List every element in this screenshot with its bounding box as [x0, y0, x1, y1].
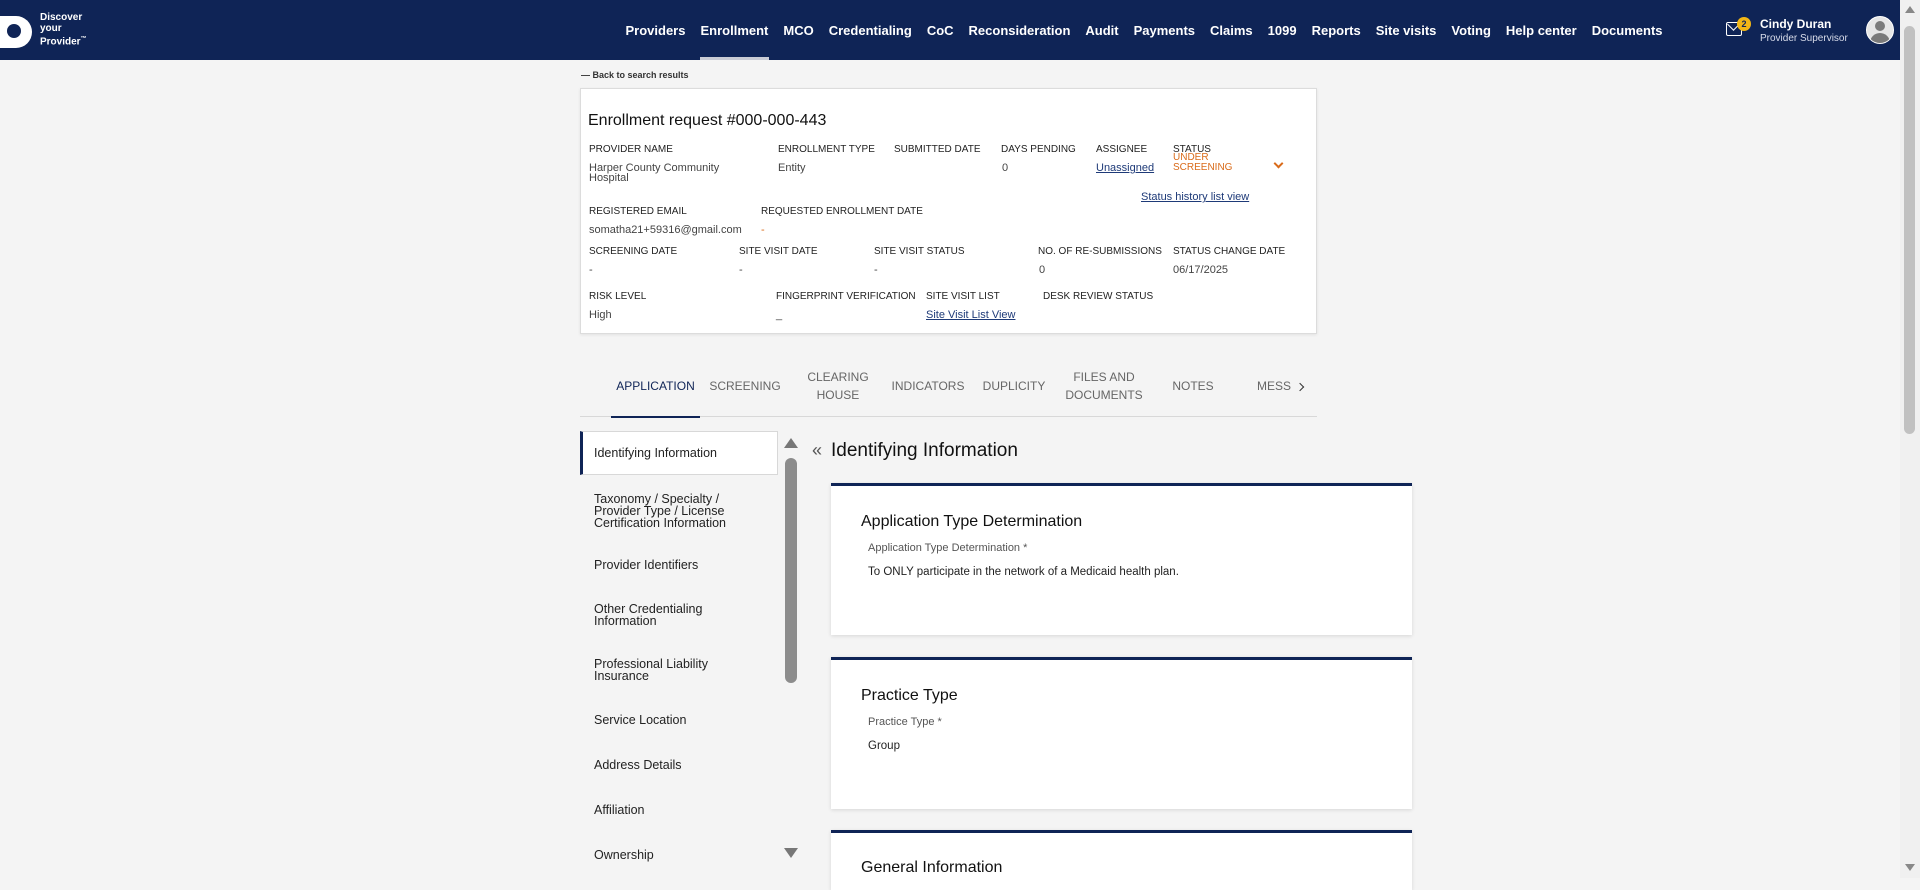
nav-payments[interactable]: Payments [1126, 0, 1202, 60]
practice-type-label: Practice Type * [868, 716, 942, 728]
scroll-up-icon[interactable] [1905, 6, 1915, 13]
page-scrollbar[interactable] [1900, 0, 1920, 878]
practice-type-value: Group [868, 740, 900, 752]
status-change-date-value: 06/17/2025 [1173, 264, 1229, 276]
provider-name-value: Harper County Community Hospital [589, 162, 720, 184]
registered-email-label: REGISTERED EMAIL [589, 206, 687, 217]
sidebar-item-professional-liability[interactable]: Professional Liability Insurance [580, 658, 778, 683]
site-visit-status-label: SITE VISIT STATUS [874, 246, 965, 257]
scrollbar-thumb[interactable] [1904, 26, 1915, 434]
user-name[interactable]: Cindy Duran [1760, 17, 1831, 31]
nav-credentialing[interactable]: Credentialing [821, 0, 919, 60]
application-type-title: Application Type Determination [861, 513, 1083, 530]
nav-reconsideration[interactable]: Reconsideration [961, 0, 1078, 60]
nav-1099[interactable]: 1099 [1260, 0, 1304, 60]
sidebar-item-affiliation[interactable]: Affiliation [580, 804, 778, 817]
brand-logo[interactable]: Discover your Provider™ [0, 12, 87, 48]
notification-badge: 2 [1737, 17, 1751, 31]
tab-indicators[interactable]: INDICATORS [890, 355, 966, 417]
general-information-panel: General Information [831, 830, 1412, 890]
nav-site-visits[interactable]: Site visits [1368, 0, 1444, 60]
requested-enrollment-date-label: REQUESTED ENROLLMENT DATE [761, 206, 923, 217]
main-nav: Providers Enrollment MCO Credentialing C… [618, 0, 1670, 60]
application-type-label: Application Type Determination * [868, 542, 1028, 554]
status-change-date-label: STATUS CHANGE DATE [1173, 246, 1286, 257]
back-to-search-link[interactable]: — Back to search results [581, 70, 689, 80]
nav-reports[interactable]: Reports [1304, 0, 1368, 60]
sidebar-item-other-credentialing[interactable]: Other Credentialing Information [580, 603, 778, 628]
enrollment-type-value: Entity [778, 162, 806, 174]
tab-messages[interactable]: MESS [1254, 355, 1294, 417]
page-title: Enrollment request #000-000-443 [588, 112, 827, 129]
nav-documents[interactable]: Documents [1584, 0, 1670, 60]
sidebar-item-provider-identifiers[interactable]: Provider Identifiers [580, 559, 778, 572]
tab-files-and-documents[interactable]: FILES AND DOCUMENTS [1065, 355, 1143, 417]
section-title: Identifying Information [831, 440, 1018, 461]
tab-clearing-house[interactable]: CLEARING HOUSE [799, 355, 877, 417]
enrollment-type-label: ENROLLMENT TYPE [778, 144, 875, 155]
sidebar-item-identifying-information[interactable]: Identifying Information [580, 431, 778, 475]
fingerprint-label: FINGERPRINT VERIFICATION [776, 291, 916, 302]
nav-coc[interactable]: CoC [919, 0, 961, 60]
sidebar-item-taxonomy[interactable]: Taxonomy / Specialty / Provider Type / L… [580, 493, 778, 530]
risk-level-value: High [589, 309, 612, 321]
scroll-down-icon[interactable] [1905, 864, 1915, 871]
application-type-panel: Application Type Determination Applicati… [831, 483, 1412, 635]
screening-date-label: SCREENING DATE [589, 246, 678, 257]
section-sidebar: Identifying Information Taxonomy / Speci… [580, 431, 778, 878]
risk-level-label: RISK LEVEL [589, 291, 647, 302]
registered-email-value: somatha21+59316@gmail.com [589, 224, 742, 236]
application-type-value: To ONLY participate in the network of a … [868, 566, 1179, 578]
status-value: UNDER SCREENING [1173, 152, 1233, 173]
days-pending-value: 0 [1002, 162, 1009, 174]
sidebar-item-address-details[interactable]: Address Details [580, 759, 778, 772]
resubmissions-value: 0 [1039, 264, 1046, 276]
provider-name-label: PROVIDER NAME [589, 144, 673, 155]
status-history-link[interactable]: Status history list view [1141, 191, 1249, 203]
fingerprint-value: _ [776, 309, 783, 321]
user-role: Provider Supervisor [1760, 33, 1848, 44]
general-information-title: General Information [861, 859, 1003, 876]
nav-providers[interactable]: Providers [618, 0, 693, 60]
tab-notes[interactable]: NOTES [1170, 355, 1216, 417]
nav-claims[interactable]: Claims [1203, 0, 1261, 60]
site-visit-date-value: - [739, 264, 743, 276]
nav-mco[interactable]: MCO [776, 0, 821, 60]
nav-voting[interactable]: Voting [1444, 0, 1498, 60]
avatar[interactable] [1866, 16, 1894, 44]
requested-enrollment-date-value: - [761, 224, 765, 236]
nav-help-center[interactable]: Help center [1498, 0, 1584, 60]
request-tabs: APPLICATION SCREENING CLEARING HOUSE INDI… [580, 355, 1317, 418]
practice-type-title: Practice Type [861, 687, 958, 704]
sidebar-item-service-location[interactable]: Service Location [580, 714, 778, 727]
collapse-sidebar-icon[interactable]: « [812, 440, 822, 461]
assignee-label: ASSIGNEE [1096, 144, 1148, 155]
site-visit-date-label: SITE VISIT DATE [739, 246, 818, 257]
tab-application[interactable]: APPLICATION [611, 355, 700, 418]
site-visit-status-value: - [874, 264, 878, 276]
assignee-link[interactable]: Unassigned [1096, 162, 1154, 174]
sidebar-scroll-up-icon[interactable] [784, 438, 798, 448]
top-navbar: Discover your Provider™ Providers Enroll… [0, 0, 1920, 60]
nav-audit[interactable]: Audit [1078, 0, 1126, 60]
submitted-date-label: SUBMITTED DATE [894, 144, 981, 155]
tab-screening[interactable]: SCREENING [709, 355, 780, 417]
logo-icon [0, 12, 36, 48]
desk-review-label: DESK REVIEW STATUS [1043, 291, 1154, 302]
practice-type-panel: Practice Type Practice Type * Group [831, 657, 1412, 809]
tab-duplicity[interactable]: DUPLICITY [982, 355, 1046, 417]
site-visit-list-label: SITE VISIT LIST [926, 291, 1000, 302]
sidebar-item-ownership[interactable]: Ownership [580, 849, 778, 862]
sidebar-scroll-down-icon[interactable] [784, 848, 798, 858]
screening-date-value: - [589, 264, 593, 276]
site-visit-list-link[interactable]: Site Visit List View [926, 309, 1015, 321]
nav-enrollment[interactable]: Enrollment [693, 0, 776, 60]
sidebar-scrollbar[interactable] [785, 458, 797, 683]
days-pending-label: DAYS PENDING [1001, 144, 1076, 155]
brand-name: Discover your Provider™ [40, 12, 87, 48]
resubmissions-label: NO. OF RE-SUBMISSIONS [1038, 246, 1162, 257]
